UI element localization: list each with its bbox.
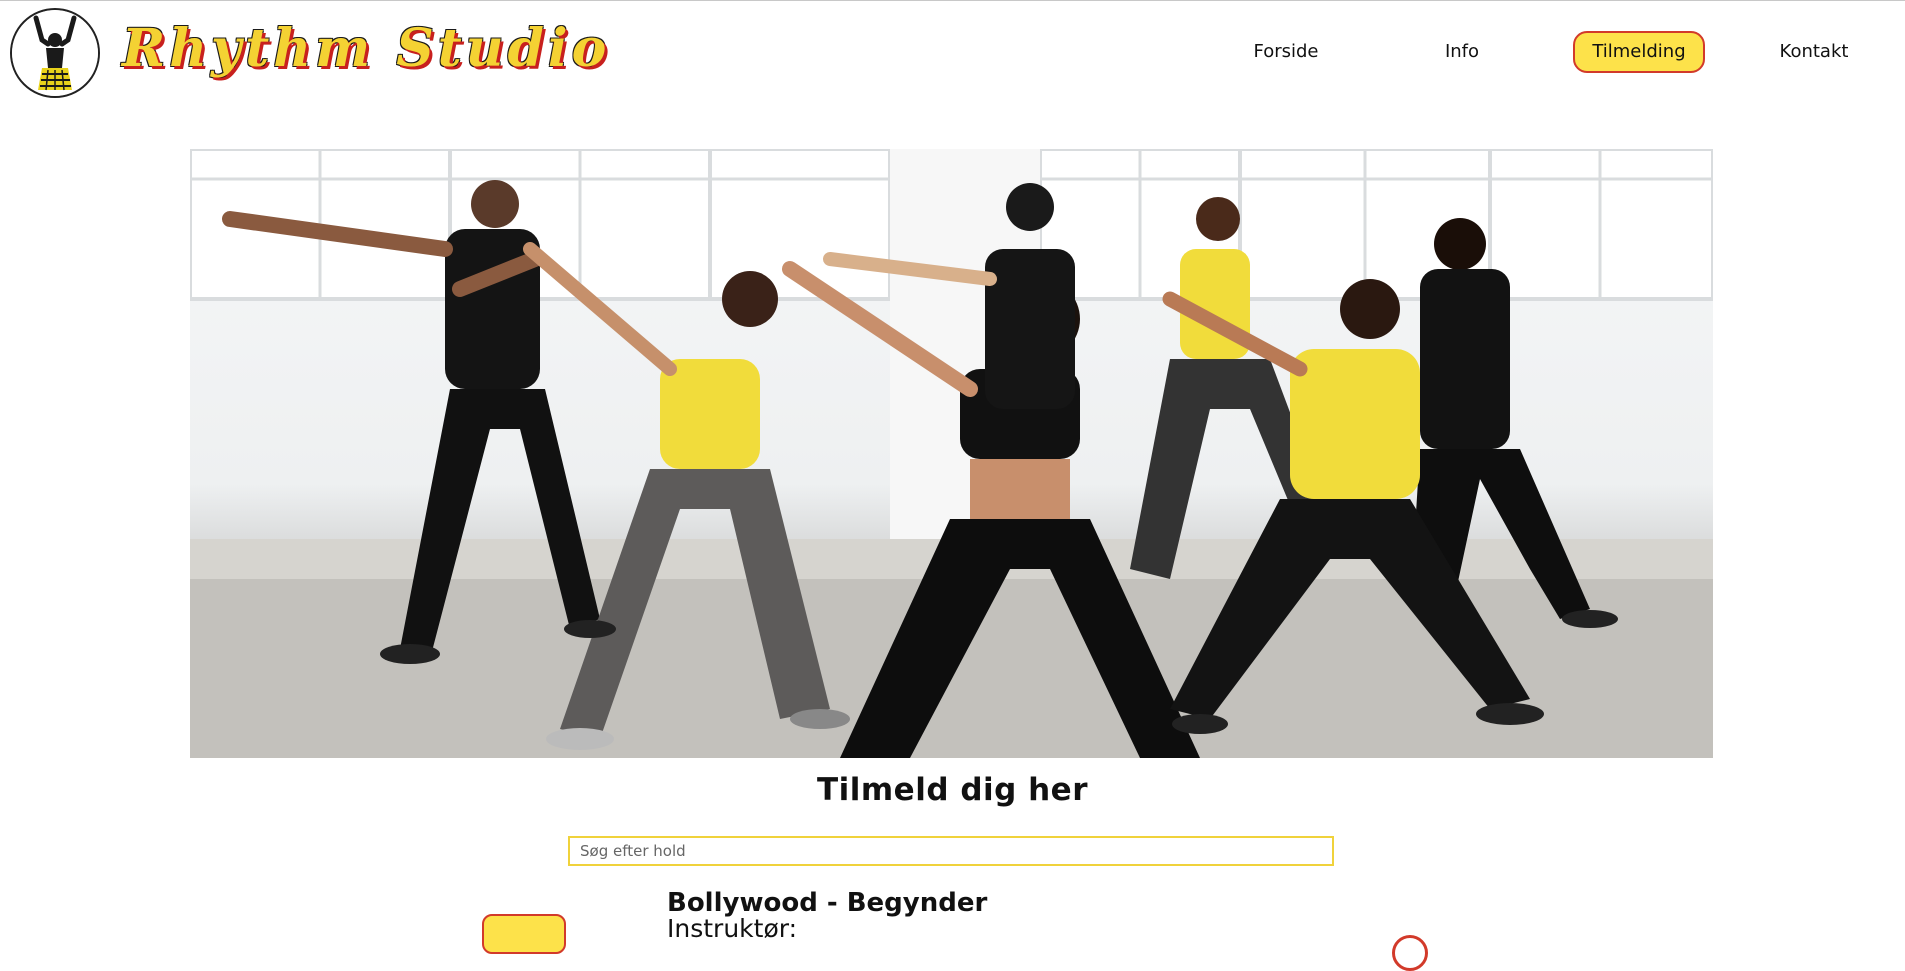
status-circle-icon[interactable] <box>1392 935 1428 971</box>
hero-image <box>190 149 1713 758</box>
main-nav: Forside Info Tilmelding Kontakt <box>0 31 1905 73</box>
nav-item-forside[interactable]: Forside <box>1236 31 1336 73</box>
site-header: Rhythm Studio Forside Info Tilmelding Ko… <box>0 1 1905 101</box>
nav-item-kontakt[interactable]: Kontakt <box>1764 31 1864 73</box>
class-card: Bollywood - Begynder Instruktør: <box>0 880 1905 971</box>
page-title: Tilmeld dig her <box>816 772 1088 808</box>
nav-item-tilmelding[interactable]: Tilmelding <box>1573 31 1705 73</box>
signup-button[interactable] <box>482 914 566 954</box>
instructor-label: Instruktør: <box>667 914 798 943</box>
nav-item-info[interactable]: Info <box>1412 31 1512 73</box>
search-input[interactable] <box>568 836 1334 866</box>
